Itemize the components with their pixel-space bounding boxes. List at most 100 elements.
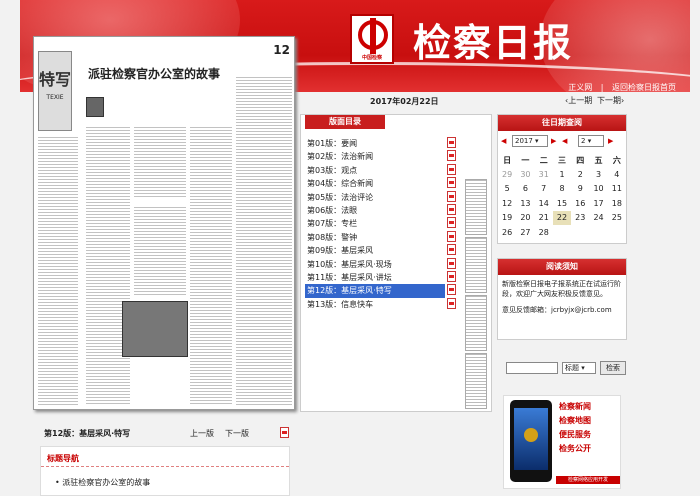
thumbnail[interactable] <box>465 295 487 351</box>
pdf-icon[interactable] <box>447 284 456 296</box>
calendar-day[interactable]: 16 <box>571 196 589 211</box>
newspaper-page-image[interactable]: 12 特写 TEXIE 派驻检察官办公室的故事 <box>33 36 295 410</box>
pdf-icon[interactable] <box>447 244 456 256</box>
edition-item[interactable]: 第13版：信息快车 <box>305 298 445 311</box>
edition-item[interactable]: 第06版：法眼 <box>305 204 445 217</box>
edition-item[interactable]: 第07版：专栏 <box>305 217 445 230</box>
calendar-day[interactable]: 18 <box>608 196 626 211</box>
edition-item[interactable]: 第03版：观点 <box>305 164 445 177</box>
calendar-day[interactable]: 23 <box>571 211 589 226</box>
pdf-icon[interactable] <box>447 297 456 309</box>
phone-image <box>510 400 552 482</box>
edition-item[interactable]: 第10版：基层采风·现场 <box>305 258 445 271</box>
edition-directory: 版面目录 第01版：要闻 第02版：法治新闻 第03版：观点 第04版：综合新闻 第05… <box>300 114 492 412</box>
link-home[interactable]: 返回检察日报首页 <box>612 83 676 92</box>
calendar-day[interactable]: 19 <box>498 211 516 226</box>
calendar-day[interactable]: 28 <box>535 225 553 240</box>
edition-item[interactable]: 第09版：基层采风 <box>305 244 445 257</box>
pdf-icon[interactable] <box>447 190 456 202</box>
calendar-day[interactable]: 26 <box>498 225 516 240</box>
calendar-day[interactable]: 6 <box>516 182 534 197</box>
calendar-day[interactable]: 17 <box>589 196 607 211</box>
search-input[interactable] <box>506 362 558 374</box>
calendar-day[interactable]: 24 <box>589 211 607 226</box>
pdf-icon[interactable] <box>447 177 456 189</box>
month-select[interactable]: 2 ▾ <box>578 135 604 147</box>
pdf-icon[interactable] <box>447 230 456 242</box>
ad-text: 检察新闻 检察地图 便民服务 检务公开 <box>559 402 591 453</box>
pdf-icon[interactable] <box>447 203 456 215</box>
edition-item[interactable]: 第08版：警钟 <box>305 231 445 244</box>
calendar-day[interactable]: 2 <box>571 167 589 182</box>
pdf-icon[interactable] <box>447 163 456 175</box>
calendar-day[interactable]: 21 <box>535 211 553 226</box>
calendar-day[interactable]: 20 <box>516 211 534 226</box>
newspaper-logo[interactable]: 中国检察 <box>350 14 394 64</box>
calendar-day[interactable]: 15 <box>553 196 571 211</box>
calendar-day[interactable]: 11 <box>608 182 626 197</box>
next-year-icon[interactable]: ▶ <box>551 137 556 145</box>
calendar-day[interactable]: 25 <box>608 211 626 226</box>
next-issue-link[interactable]: 下一期› <box>597 95 624 106</box>
top-links: 正义网 | 返回检察日报首页 <box>568 83 676 92</box>
calendar-day[interactable]: 7 <box>535 182 553 197</box>
calendar-day[interactable]: 29 <box>498 167 516 182</box>
title-navigation-heading: 标题导航 <box>41 447 289 467</box>
pdf-icon[interactable] <box>447 137 456 148</box>
thumbnail[interactable] <box>465 353 487 409</box>
edition-item[interactable]: 第01版：要闻 <box>305 137 445 150</box>
calendar-day[interactable]: 31 <box>535 167 553 182</box>
link-zhengyi[interactable]: 正义网 <box>568 83 592 92</box>
calendar-day[interactable]: 12 <box>498 196 516 211</box>
pdf-icon[interactable] <box>447 150 456 162</box>
page-number: 12 <box>273 43 290 57</box>
calendar-grid: 日一二三四五六 29 30 31 1 2 3 4 5 6 7 8 9 10 11 12 13 14 15 16 17 1… <box>498 153 626 240</box>
app-advertisement[interactable]: 检察新闻 检察地图 便民服务 检务公开 检察网络应用开发 <box>503 395 621 489</box>
calendar-day[interactable]: 10 <box>589 182 607 197</box>
calendar-day[interactable]: 8 <box>553 182 571 197</box>
weekday-label: 一 <box>521 155 530 165</box>
notice-text: 新版检察日报电子报系统正在试运行阶段，欢迎广大网友积极反馈意见。 <box>502 280 621 298</box>
calendar-day[interactable]: 5 <box>498 182 516 197</box>
year-select[interactable]: 2017 ▾ <box>512 135 548 147</box>
page: 中国检察 检察日报 正义网 | 返回检察日报首页 2017年02月22日 ‹上一… <box>0 0 700 496</box>
logo-caption: 中国检察 <box>361 55 382 61</box>
pdf-icon[interactable] <box>447 217 456 229</box>
calendar-day[interactable]: 14 <box>535 196 553 211</box>
prev-issue-link[interactable]: ‹上一期 <box>565 95 592 106</box>
pdf-icon[interactable] <box>447 270 456 282</box>
edition-item[interactable]: 第12版：基层采风·特写 <box>305 284 445 298</box>
calendar-day[interactable]: 1 <box>553 167 571 182</box>
edition-item[interactable]: 第02版：法治新闻 <box>305 150 445 163</box>
edition-item[interactable]: 第04版：综合新闻 <box>305 177 445 190</box>
issue-date: 2017年02月22日 <box>370 97 439 106</box>
search-form: 标题 ▾ 检索 <box>506 360 626 376</box>
thumbnail[interactable] <box>465 237 487 293</box>
calendar-day[interactable]: 22 <box>552 210 572 225</box>
pdf-icon[interactable] <box>447 257 456 269</box>
calendar-day[interactable]: 3 <box>589 167 607 182</box>
feedback-email: 意见反馈邮箱：jcrbyjx@jcrb.com <box>502 306 612 314</box>
calendar-day[interactable]: 13 <box>516 196 534 211</box>
prev-year-icon[interactable]: ◀ <box>501 137 506 145</box>
calendar-day[interactable]: 30 <box>516 167 534 182</box>
search-button[interactable]: 检索 <box>600 361 626 375</box>
edition-item[interactable]: 第05版：法治评论 <box>305 191 445 204</box>
prev-page-link[interactable]: 上一版 <box>190 428 214 439</box>
article-link[interactable]: • 派驻检察官办公室的故事 <box>41 467 289 488</box>
next-month-icon[interactable]: ▶ <box>608 137 613 145</box>
weekday-label: 六 <box>612 155 621 165</box>
calendar-day[interactable]: 9 <box>571 182 589 197</box>
notice-title: 阅读须知 <box>498 259 626 275</box>
weekday-label: 三 <box>557 155 566 165</box>
search-field-select[interactable]: 标题 ▾ <box>562 362 596 374</box>
calendar-day[interactable]: 27 <box>516 225 534 240</box>
emblem-icon <box>524 428 538 442</box>
calendar-day[interactable]: 4 <box>608 167 626 182</box>
pdf-download-icon[interactable] <box>280 427 289 438</box>
thumbnail[interactable] <box>465 179 487 235</box>
article-headline[interactable]: 派驻检察官办公室的故事 <box>88 65 220 82</box>
next-page-link[interactable]: 下一版 <box>225 428 249 439</box>
prev-month-icon[interactable]: ◀ <box>562 137 567 145</box>
edition-item[interactable]: 第11版：基层采风·讲坛 <box>305 271 445 284</box>
